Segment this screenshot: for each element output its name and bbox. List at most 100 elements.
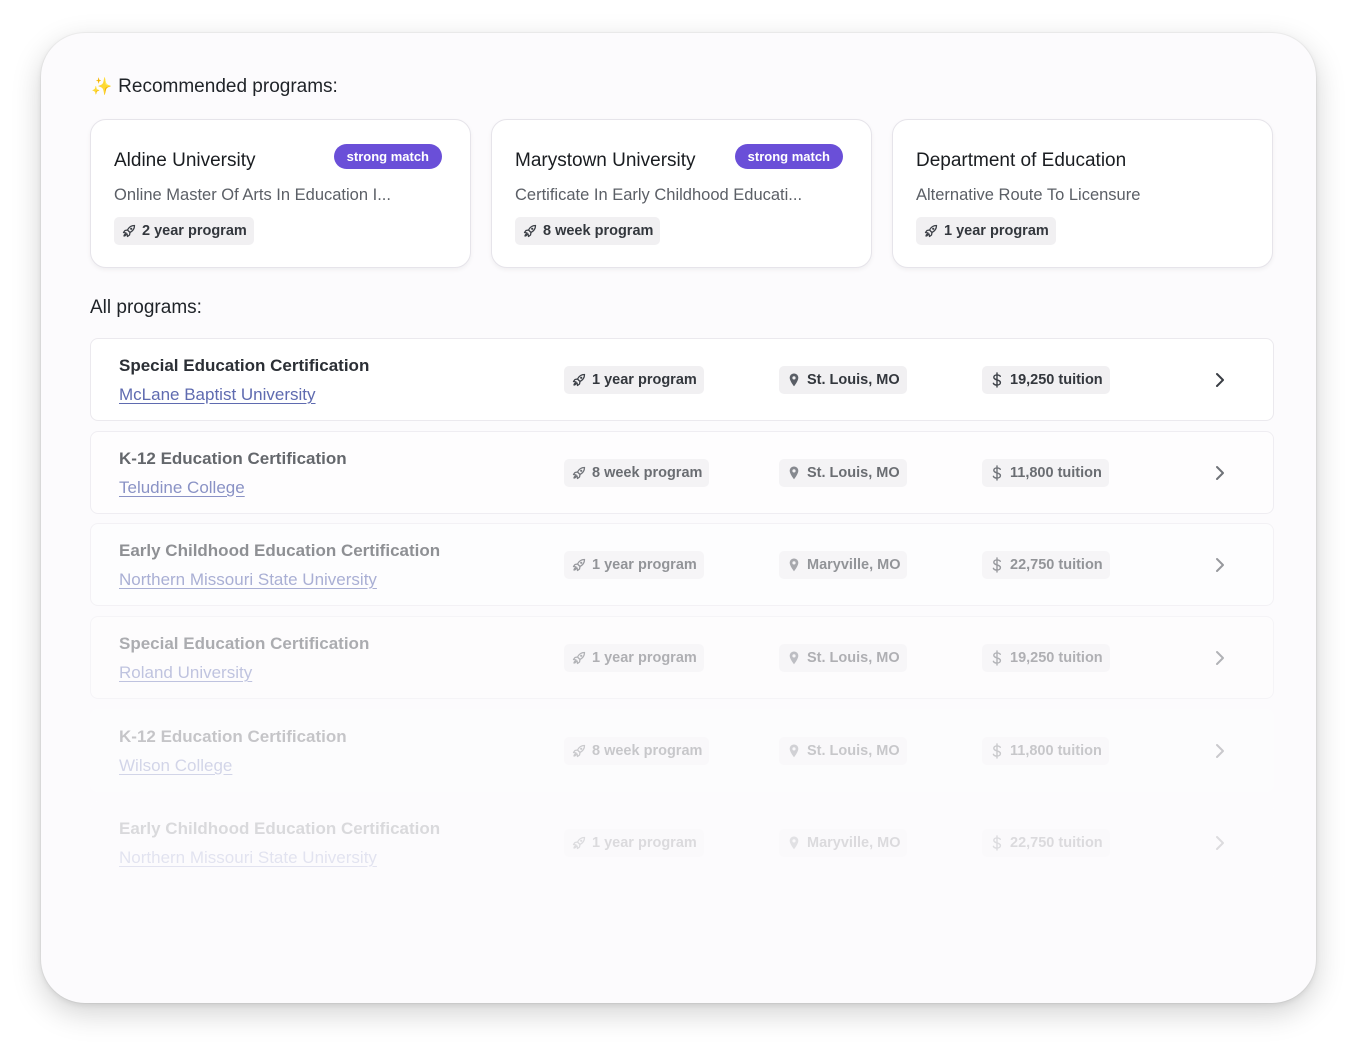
program-title: K-12 Education Certification <box>119 449 347 468</box>
tuition-label: 11,800 tuition <box>1010 743 1102 759</box>
school-link[interactable]: Northern Missouri State University <box>119 848 377 868</box>
tuition-label: 22,750 tuition <box>1010 835 1103 851</box>
map-pin-icon <box>789 466 799 480</box>
chevron-right-icon[interactable] <box>1213 833 1227 853</box>
tuition-label: 11,800 tuition <box>1010 465 1102 481</box>
location-chip: St. Louis, MO <box>779 644 907 672</box>
recommended-heading: ✨ Recommended programs: <box>91 76 338 98</box>
map-pin-icon <box>789 836 799 850</box>
location-label: St. Louis, MO <box>807 743 900 759</box>
map-pin-icon <box>789 651 799 665</box>
program-title: Special Education Certification <box>119 356 370 375</box>
program-title: Early Childhood Education Certification <box>119 819 441 838</box>
school-link[interactable]: Teludine College <box>119 478 245 498</box>
program-row[interactable]: K-12 Education Certification Wilson Coll… <box>90 709 1274 792</box>
school-link[interactable]: McLane Baptist University <box>119 385 316 405</box>
duration-label: 1 year program <box>592 557 697 573</box>
dollar-icon <box>992 372 1002 388</box>
duration-chip: 1 year program <box>916 217 1056 245</box>
location-label: St. Louis, MO <box>807 465 900 481</box>
location-label: St. Louis, MO <box>807 650 900 666</box>
chevron-right-icon[interactable] <box>1213 370 1227 390</box>
card-program: Certificate In Early Childhood Educati..… <box>515 186 803 204</box>
program-row[interactable]: Special Education Certification Roland U… <box>90 616 1274 699</box>
recommended-heading-label: Recommended programs: <box>118 76 338 97</box>
school-link[interactable]: Roland University <box>119 663 252 683</box>
duration-label: 1 year program <box>592 835 697 851</box>
map-pin-icon <box>789 558 799 572</box>
school-link[interactable]: Northern Missouri State University <box>119 570 377 590</box>
duration-chip: 1 year program <box>564 644 704 672</box>
program-title: K-12 Education Certification <box>119 727 347 746</box>
location-chip: St. Louis, MO <box>779 366 907 394</box>
program-row[interactable]: K-12 Education Certification Teludine Co… <box>90 431 1274 514</box>
map-pin-icon <box>789 373 799 387</box>
duration-chip: 8 week program <box>564 459 710 487</box>
tuition-label: 19,250 tuition <box>1010 372 1103 388</box>
location-chip: St. Louis, MO <box>779 737 907 765</box>
tuition-chip: 22,750 tuition <box>982 829 1110 857</box>
duration-label: 1 year program <box>592 650 697 666</box>
match-badge: strong match <box>734 144 843 169</box>
rocket-icon <box>572 836 586 850</box>
location-chip: St. Louis, MO <box>779 459 907 487</box>
sparkle-icon: ✨ <box>91 77 113 96</box>
program-title: Early Childhood Education Certification <box>119 541 441 560</box>
duration-label: 1 year program <box>592 372 697 388</box>
map-pin-icon <box>789 744 799 758</box>
rocket-icon <box>572 466 586 480</box>
location-label: Maryville, MO <box>807 835 901 851</box>
rocket-icon <box>572 651 586 665</box>
recommended-card[interactable]: Marystown University strong match Certif… <box>491 119 872 268</box>
rocket-icon <box>924 224 938 238</box>
chevron-right-icon[interactable] <box>1213 648 1227 668</box>
chevron-right-icon[interactable] <box>1213 463 1227 483</box>
rocket-icon <box>523 224 537 238</box>
tuition-chip: 19,250 tuition <box>982 644 1110 672</box>
duration-label: 8 week program <box>592 465 703 481</box>
tuition-chip: 11,800 tuition <box>982 737 1109 765</box>
program-row[interactable]: Special Education Certification McLane B… <box>90 338 1274 421</box>
duration-chip: 8 week program <box>564 737 710 765</box>
card-program: Online Master Of Arts In Education I... <box>114 186 391 204</box>
all-programs-heading-label: All programs: <box>90 297 202 318</box>
card-program: Alternative Route To Licensure <box>916 186 1141 204</box>
tuition-label: 22,750 tuition <box>1010 557 1103 573</box>
card-university: Aldine University <box>114 150 256 171</box>
school-link[interactable]: Wilson College <box>119 756 232 776</box>
program-row[interactable]: Early Childhood Education Certification … <box>90 801 1274 884</box>
dollar-icon <box>992 650 1002 666</box>
card-university: Marystown University <box>515 150 696 171</box>
duration-label: 8 week program <box>543 223 654 239</box>
tuition-chip: 11,800 tuition <box>982 459 1109 487</box>
dollar-icon <box>992 465 1002 481</box>
dollar-icon <box>992 835 1002 851</box>
duration-chip: 8 week program <box>515 217 661 245</box>
app-window: ✨ Recommended programs: Aldine Universit… <box>41 33 1316 1003</box>
duration-chip: 1 year program <box>564 829 704 857</box>
chevron-right-icon[interactable] <box>1213 555 1227 575</box>
all-programs-heading: All programs: <box>90 297 202 319</box>
location-label: St. Louis, MO <box>807 372 900 388</box>
dollar-icon <box>992 743 1002 759</box>
duration-label: 2 year program <box>142 223 247 239</box>
recommended-card[interactable]: Aldine University strong match Online Ma… <box>90 119 471 268</box>
rocket-icon <box>572 744 586 758</box>
duration-chip: 1 year program <box>564 366 704 394</box>
duration-chip: 2 year program <box>114 217 254 245</box>
location-chip: Maryville, MO <box>779 551 908 579</box>
program-row[interactable]: Early Childhood Education Certification … <box>90 523 1274 606</box>
tuition-chip: 19,250 tuition <box>982 366 1110 394</box>
duration-label: 8 week program <box>592 743 703 759</box>
chevron-right-icon[interactable] <box>1213 741 1227 761</box>
duration-chip: 1 year program <box>564 551 704 579</box>
tuition-chip: 22,750 tuition <box>982 551 1110 579</box>
dollar-icon <box>992 557 1002 573</box>
tuition-label: 19,250 tuition <box>1010 650 1103 666</box>
duration-label: 1 year program <box>944 223 1049 239</box>
program-title: Special Education Certification <box>119 634 370 653</box>
rocket-icon <box>122 224 136 238</box>
recommended-card[interactable]: Department of Education Alternative Rout… <box>892 119 1273 268</box>
location-chip: Maryville, MO <box>779 829 908 857</box>
rocket-icon <box>572 373 586 387</box>
